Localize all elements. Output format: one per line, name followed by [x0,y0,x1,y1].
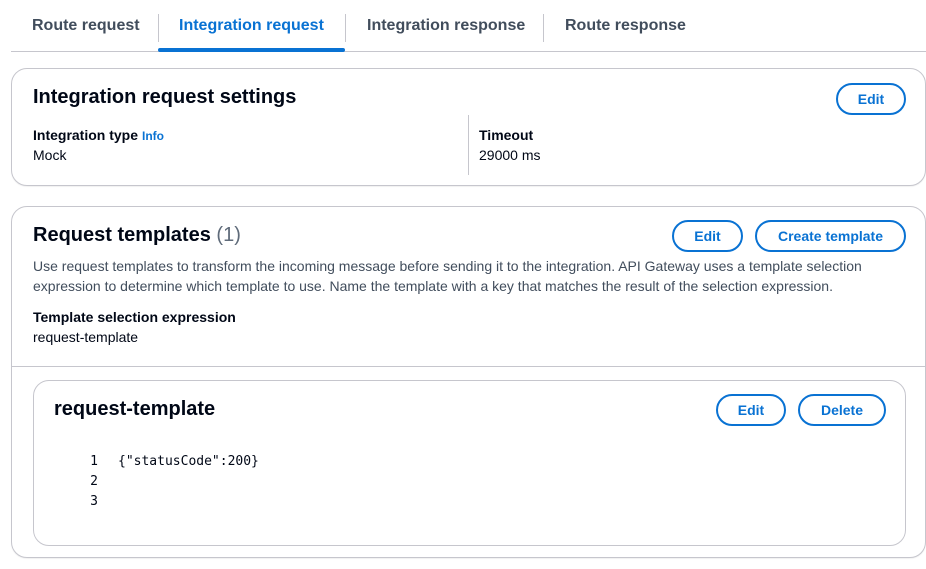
tab-divider [345,14,346,42]
template-edit-button[interactable]: Edit [716,394,786,426]
code-text: {"statusCode":200} [118,453,259,469]
templates-description: Use request templates to transform the i… [33,258,862,294]
tab-divider [158,14,159,42]
integration-type-value: Mock [33,147,67,163]
info-link[interactable]: Info [142,129,164,143]
selection-expression-label: Template selection expression [33,309,236,325]
templates-count: (1) [216,224,241,246]
request-templates-card: Request templates (1) Edit Create templa… [11,206,926,558]
column-divider [468,115,469,175]
tab-divider [543,14,544,42]
tab-route-request[interactable]: Route request [32,0,140,51]
timeout-label: Timeout [479,127,534,143]
timeout-value: 29000 ms [479,147,541,163]
tab-bar: Route request Integration request Integr… [11,0,926,52]
code-editor[interactable]: 1 {"statusCode":200} 2 3 [78,451,259,511]
settings-edit-button[interactable]: Edit [836,83,906,115]
section-divider [12,366,925,367]
integration-type-label: Integration type Info [33,127,165,143]
code-line: 2 [78,471,259,491]
tab-route-response[interactable]: Route response [565,0,686,51]
request-template-card: request-template Edit Delete 1 {"statusCo… [33,380,906,546]
active-tab-indicator [158,48,345,52]
integration-settings-card: Integration request settings Edit Integr… [11,68,926,186]
line-number: 2 [90,473,98,489]
line-number: 1 [90,453,98,469]
code-line: 3 [78,491,259,511]
settings-title: Integration request settings [33,86,297,108]
templates-edit-button[interactable]: Edit [672,220,743,252]
tab-integration-request[interactable]: Integration request [179,0,324,51]
line-number: 3 [90,493,98,509]
template-item-title: request-template [54,398,216,420]
tab-integration-response[interactable]: Integration response [367,0,525,51]
selection-expression-value: request-template [33,329,139,345]
templates-title: Request templates (1) [33,224,241,246]
create-template-button[interactable]: Create template [755,220,906,252]
template-delete-button[interactable]: Delete [798,394,886,426]
code-line: 1 {"statusCode":200} [78,451,259,471]
